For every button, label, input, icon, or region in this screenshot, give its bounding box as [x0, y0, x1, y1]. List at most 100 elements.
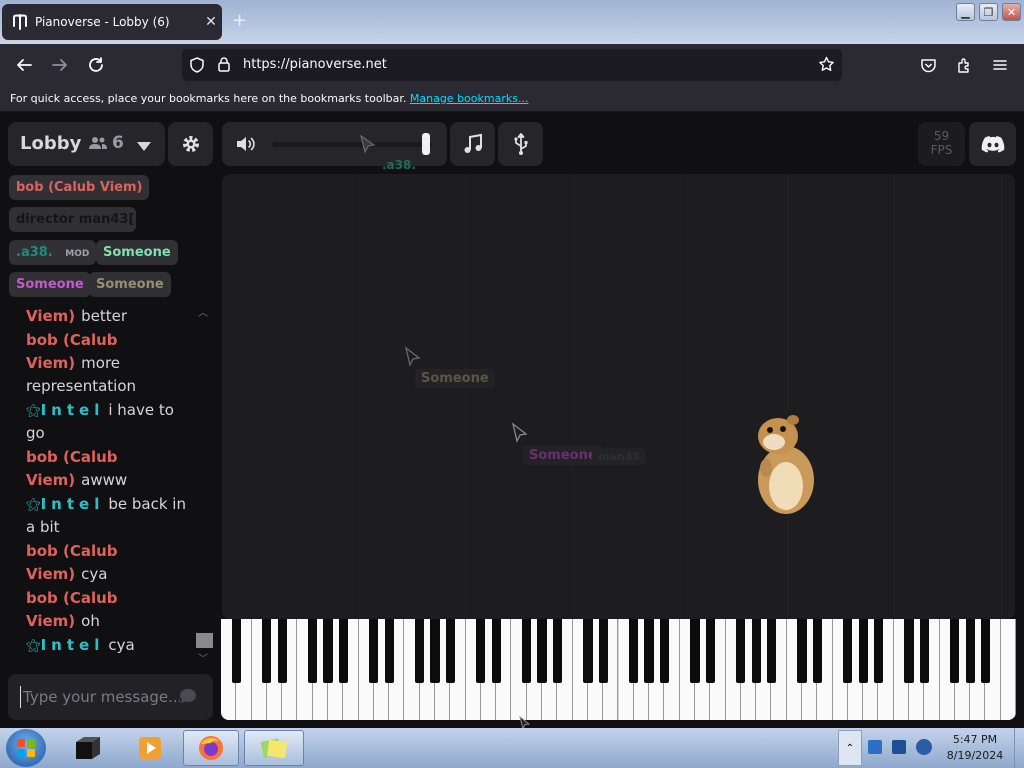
black-key[interactable] [843, 619, 853, 683]
black-key[interactable] [659, 619, 669, 683]
taskbar-app-sticky-notes[interactable] [244, 730, 304, 766]
black-key[interactable] [430, 619, 440, 683]
volume-tray-icon[interactable] [916, 739, 932, 755]
octave-divider [680, 174, 681, 619]
black-key[interactable] [751, 619, 761, 683]
user-badge[interactable]: Someone [89, 272, 171, 297]
user-badge[interactable]: Someone [96, 240, 178, 265]
chat-scrollbar-thumb[interactable] [196, 633, 213, 648]
bookmark-star-icon[interactable] [818, 56, 835, 77]
black-key[interactable] [323, 619, 333, 683]
browser-tab-pianoverse[interactable]: Pianoverse - Lobby (6) ✕ [2, 4, 222, 40]
pocket-icon[interactable] [916, 54, 940, 76]
black-key[interactable] [537, 619, 547, 683]
piano-keyboard[interactable] [221, 619, 1016, 720]
show-desktop-button[interactable] [1014, 728, 1024, 768]
new-tab-icon[interactable]: + [232, 10, 247, 31]
system-clock[interactable]: 5:47 PM 8/19/2024 [940, 732, 1010, 764]
minimize-window-button[interactable]: ▁ [956, 3, 975, 21]
discord-button[interactable] [969, 122, 1016, 166]
user-badge[interactable]: .a38. MOD [9, 240, 97, 265]
chevron-down-icon[interactable] [136, 137, 152, 156]
black-key[interactable] [384, 619, 394, 683]
black-key[interactable] [766, 619, 776, 683]
black-key[interactable] [277, 619, 287, 683]
lock-icon[interactable] [217, 56, 231, 77]
black-key[interactable] [950, 619, 960, 683]
black-key[interactable] [965, 619, 975, 683]
chat-log[interactable]: Viem) better bob (Calub Viem) more represe… [26, 305, 194, 657]
midi-music-button[interactable] [450, 122, 495, 166]
octave-divider [573, 174, 574, 619]
user-count-value: 6 [112, 133, 124, 153]
black-key[interactable] [308, 619, 318, 683]
user-badge[interactable]: director man43[... [9, 207, 136, 232]
taskbar-app-terminal[interactable] [58, 730, 118, 766]
black-key[interactable] [797, 619, 807, 683]
black-key[interactable] [904, 619, 914, 683]
reload-icon[interactable] [84, 54, 108, 76]
black-key[interactable] [552, 619, 562, 683]
media-player-icon [139, 737, 161, 759]
network-icon[interactable] [892, 740, 906, 754]
black-key[interactable] [812, 619, 822, 683]
scroll-up-icon[interactable]: ︿ [198, 304, 208, 319]
black-key[interactable] [231, 619, 241, 683]
start-button[interactable] [6, 729, 46, 767]
fps-counter: 59 FPS [918, 122, 965, 166]
black-key[interactable] [476, 619, 486, 683]
room-selector[interactable]: Lobby 6 [8, 122, 165, 166]
black-key[interactable] [491, 619, 501, 683]
back-arrow-icon[interactable] [12, 54, 36, 76]
taskbar-app-media-player[interactable] [120, 730, 180, 766]
volume-slider-handle[interactable] [422, 133, 430, 155]
black-key[interactable] [583, 619, 593, 683]
firefox-icon [199, 736, 223, 760]
chat-text: better [81, 307, 128, 325]
black-key[interactable] [980, 619, 990, 683]
chat-bubble-icon[interactable] [178, 687, 198, 709]
scroll-down-icon[interactable]: ﹀ [198, 650, 208, 665]
chat-input-box [8, 674, 213, 720]
black-key[interactable] [919, 619, 929, 683]
show-hidden-icons-button[interactable]: ⌃ [838, 730, 862, 766]
tray-app-icon[interactable] [868, 740, 882, 754]
music-note-icon [464, 133, 482, 153]
octave-divider [466, 174, 467, 619]
forward-arrow-icon[interactable] [48, 54, 72, 76]
speaker-icon[interactable] [235, 135, 257, 157]
close-window-button[interactable]: ✕ [1002, 3, 1021, 21]
black-key[interactable] [629, 619, 639, 683]
tab-close-icon[interactable]: ✕ [200, 14, 222, 30]
user-badge[interactable]: bob (Calub Viem) [9, 175, 150, 200]
black-key[interactable] [598, 619, 608, 683]
chat-message-input[interactable] [20, 686, 180, 708]
white-key[interactable] [1000, 619, 1016, 720]
black-key[interactable] [338, 619, 348, 683]
black-key[interactable] [445, 619, 455, 683]
black-key[interactable] [522, 619, 532, 683]
extensions-icon[interactable] [952, 54, 976, 76]
shield-icon[interactable] [189, 57, 205, 77]
black-key[interactable] [690, 619, 700, 683]
volume-control: .a38. [222, 122, 447, 172]
black-key[interactable] [736, 619, 746, 683]
black-key[interactable] [858, 619, 868, 683]
black-key[interactable] [262, 619, 272, 683]
volume-slider-track[interactable] [272, 142, 432, 147]
menu-hamburger-icon[interactable] [988, 54, 1012, 76]
taskbar-app-firefox[interactable] [183, 730, 239, 766]
windows-logo-icon [17, 739, 35, 757]
black-key[interactable] [644, 619, 654, 683]
black-key[interactable] [415, 619, 425, 683]
black-key[interactable] [705, 619, 715, 683]
black-key[interactable] [873, 619, 883, 683]
settings-button[interactable] [168, 122, 213, 166]
user-badge[interactable]: Someone [9, 272, 91, 297]
address-bar[interactable]: https://pianoverse.net [182, 49, 842, 81]
restore-window-button[interactable]: ❐ [979, 3, 998, 21]
url-text[interactable]: https://pianoverse.net [243, 57, 387, 72]
black-key[interactable] [369, 619, 379, 683]
manage-bookmarks-link[interactable]: Manage bookmarks... [410, 92, 529, 105]
usb-midi-button[interactable] [498, 122, 543, 166]
